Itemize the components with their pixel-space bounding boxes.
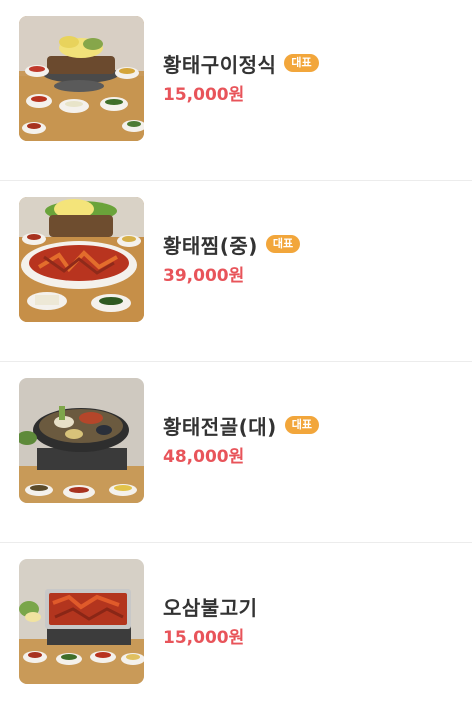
squid-pork-bulgogi-photo — [19, 559, 144, 684]
grilled-pollack-set-photo — [19, 16, 144, 141]
menu-item-braised-pollack[interactable]: 황태찜(중) 대표 39,000원 — [0, 181, 472, 362]
braised-pollack-photo — [19, 197, 144, 322]
menu-item-name: 황태전골(대) — [163, 414, 277, 439]
menu-item-name: 황태찜(중) — [163, 233, 258, 258]
menu-item-price: 39,000원 — [163, 266, 245, 286]
menu-item-price: 15,000원 — [163, 85, 245, 105]
menu-item-name: 황태구이정식 — [163, 52, 277, 77]
menu-item-price: 15,000원 — [163, 628, 245, 648]
signature-badge: 대표 — [265, 235, 301, 253]
menu-list: 황태구이정식 대표 15,000원 황태찜(중) 대표 39,000원 황태전골… — [0, 0, 472, 708]
name-row: 오삼불고기 — [163, 591, 258, 621]
name-row: 황태전골(대) 대표 — [163, 410, 320, 440]
pollack-hotpot-photo — [19, 378, 144, 503]
menu-item-squid-pork-bulgogi[interactable]: 오삼불고기 15,000원 — [0, 543, 472, 724]
menu-item-info: 황태구이정식 대표 15,000원 — [163, 48, 319, 105]
signature-badge: 대표 — [284, 416, 320, 434]
signature-badge: 대표 — [284, 54, 319, 72]
name-row: 황태구이정식 대표 — [163, 48, 319, 78]
menu-item-price: 48,000원 — [163, 447, 245, 467]
menu-item-info: 황태전골(대) 대표 48,000원 — [163, 410, 320, 467]
menu-item-grilled-pollack-set[interactable]: 황태구이정식 대표 15,000원 — [0, 0, 472, 181]
menu-item-info: 오삼불고기 15,000원 — [163, 591, 258, 649]
name-row: 황태찜(중) 대표 — [163, 229, 301, 259]
menu-item-name: 오삼불고기 — [163, 595, 258, 620]
menu-item-pollack-hotpot[interactable]: 황태전골(대) 대표 48,000원 — [0, 362, 472, 543]
menu-item-info: 황태찜(중) 대표 39,000원 — [163, 229, 301, 286]
